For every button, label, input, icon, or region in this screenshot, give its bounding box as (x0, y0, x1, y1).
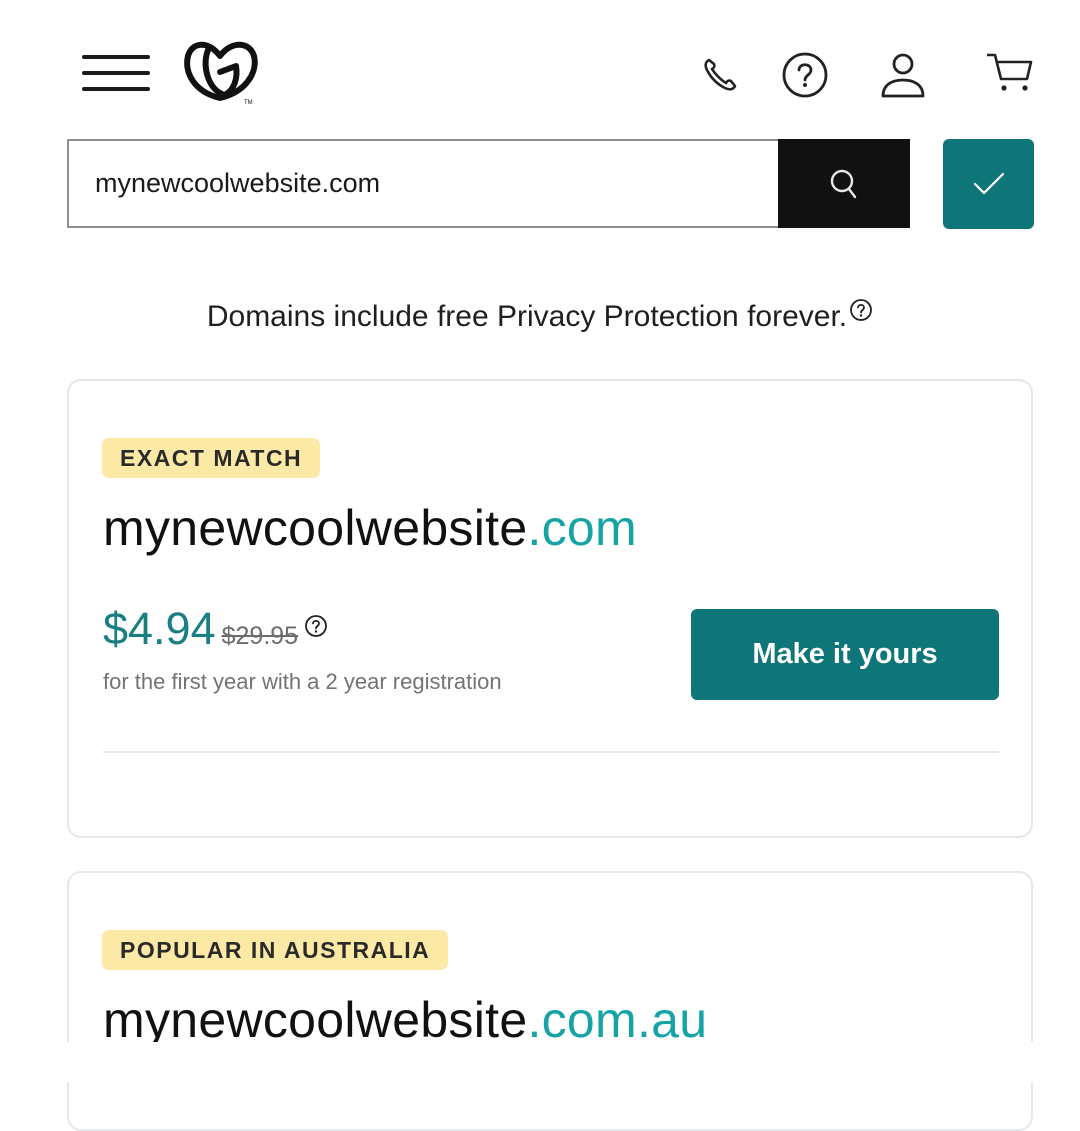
godaddy-logo[interactable]: TM (180, 36, 262, 106)
domain-title: mynewcoolwebsite.com.au (103, 991, 707, 1049)
price-row: $4.94 $29.95 (103, 603, 328, 655)
domain-search-box (67, 139, 779, 228)
confirm-button[interactable] (943, 139, 1034, 229)
make-it-yours-button[interactable]: Make it yours (691, 609, 999, 700)
phone-icon[interactable] (695, 50, 745, 100)
viewport-clip (0, 1042, 1080, 1082)
popular-badge: POPULAR IN AUSTRALIA (102, 930, 449, 970)
card-divider (103, 751, 999, 753)
original-price: $29.95 (221, 622, 299, 650)
privacy-notice-text: Domains include free Privacy Protection … (206, 300, 848, 333)
domain-tld: .com (527, 500, 637, 556)
privacy-notice: Domains include free Privacy Protection … (0, 299, 1080, 334)
help-icon[interactable] (780, 50, 830, 100)
domain-result-card: EXACT MATCH mynewcoolwebsite.com $4.94 $2… (67, 379, 1033, 838)
domain-result-card: POPULAR IN AUSTRALIA mynewcoolwebsite.co… (67, 871, 1033, 1131)
privacy-help-icon[interactable] (849, 296, 873, 330)
domain-name: mynewcoolwebsite (103, 500, 528, 556)
search-button[interactable] (778, 139, 910, 228)
sale-price: $4.94 (103, 603, 216, 654)
domain-name: mynewcoolwebsite (103, 992, 528, 1048)
check-icon (973, 172, 1004, 195)
cart-icon[interactable] (985, 50, 1035, 100)
search-icon (830, 169, 857, 198)
domain-title: mynewcoolwebsite.com (103, 499, 637, 557)
domain-search-input[interactable] (95, 141, 755, 226)
hamburger-menu-icon[interactable] (82, 53, 150, 93)
domain-tld: .com.au (527, 992, 708, 1048)
price-help-icon[interactable] (304, 614, 328, 643)
exact-match-badge: EXACT MATCH (102, 438, 321, 478)
price-note: for the first year with a 2 year registr… (103, 669, 502, 694)
svg-text:TM: TM (244, 100, 253, 106)
account-icon[interactable] (878, 50, 928, 100)
